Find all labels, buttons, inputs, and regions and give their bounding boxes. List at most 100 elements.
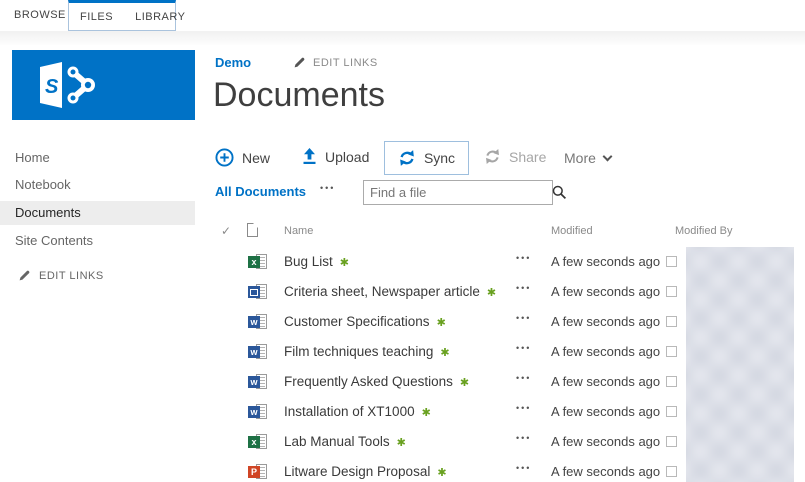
sidebar-item-notebook[interactable]: Notebook <box>0 173 195 197</box>
column-header-modified-by[interactable]: Modified By <box>675 225 732 237</box>
file-icon <box>248 284 267 300</box>
table-row: w Installation of XT1000 ✱ ••• A few seco… <box>0 397 805 427</box>
file-name-link[interactable]: Film techniques teaching <box>284 344 433 359</box>
chevron-down-icon <box>602 151 613 161</box>
file-name-link[interactable]: Bug List <box>284 254 333 269</box>
file-icon: x <box>248 254 267 270</box>
row-ellipsis-icon[interactable]: ••• <box>516 463 531 473</box>
view-selector-all-documents[interactable]: All Documents <box>215 184 306 199</box>
file-icon: P <box>248 464 267 480</box>
tab-files[interactable]: FILES <box>69 11 124 23</box>
new-badge-icon: ✱ <box>486 287 497 299</box>
file-icon: x <box>248 434 267 450</box>
file-name-cell[interactable]: Customer Specifications ✱ <box>284 314 446 329</box>
table-row: w Customer Specifications ✱ ••• A few sec… <box>0 307 805 337</box>
file-name-link[interactable]: Installation of XT1000 <box>284 404 415 419</box>
more-button-label: More <box>564 150 596 166</box>
file-type-column-icon[interactable] <box>247 223 258 237</box>
file-name-link[interactable]: Customer Specifications <box>284 314 430 329</box>
row-checkbox[interactable] <box>666 346 677 357</box>
search-input[interactable] <box>364 185 552 200</box>
modified-cell: A few seconds ago <box>551 344 661 359</box>
breadcrumb[interactable]: Demo <box>215 55 251 70</box>
sync-icon <box>400 150 414 166</box>
find-a-file-search <box>363 180 567 205</box>
share-icon <box>486 149 499 164</box>
new-button[interactable]: New <box>215 148 270 167</box>
select-all-checkmark-icon[interactable]: ✓ <box>221 224 231 238</box>
row-checkbox[interactable] <box>666 406 677 417</box>
file-type-icon <box>248 286 260 298</box>
row-ellipsis-icon[interactable]: ••• <box>516 433 531 443</box>
table-row: x Lab Manual Tools ✱ ••• A few seconds ag… <box>0 427 805 457</box>
view-options-ellipsis-icon[interactable]: ••• <box>320 183 335 193</box>
table-row: w Frequently Asked Questions ✱ ••• A few … <box>0 367 805 397</box>
file-name-cell[interactable]: Litware Design Proposal ✱ <box>284 464 447 479</box>
row-checkbox[interactable] <box>666 256 677 267</box>
tab-library[interactable]: LIBRARY <box>124 11 196 23</box>
modified-cell: A few seconds ago <box>551 254 661 269</box>
sync-button[interactable]: Sync <box>384 141 469 175</box>
column-header-modified[interactable]: Modified <box>551 225 593 237</box>
row-ellipsis-icon[interactable]: ••• <box>516 253 531 263</box>
ribbon-bar: BROWSE FILES LIBRARY <box>0 0 805 31</box>
sidebar-item-home[interactable]: Home <box>0 146 195 170</box>
file-name-cell[interactable]: Lab Manual Tools ✱ <box>284 434 406 449</box>
new-badge-icon: ✱ <box>459 377 470 389</box>
table-row: P Litware Design Proposal ✱ ••• A few sec… <box>0 457 805 482</box>
share-button[interactable]: Share <box>484 148 546 165</box>
row-ellipsis-icon[interactable]: ••• <box>516 373 531 383</box>
header-edit-links[interactable]: EDIT LINKS <box>293 56 378 69</box>
new-badge-icon: ✱ <box>396 437 406 449</box>
file-name-link[interactable]: Lab Manual Tools <box>284 434 390 449</box>
file-name-cell[interactable]: Installation of XT1000 ✱ <box>284 404 431 419</box>
more-button[interactable]: More <box>564 150 613 166</box>
share-button-label: Share <box>509 148 547 165</box>
ribbon-divider <box>0 31 805 45</box>
search-icon[interactable] <box>552 185 567 200</box>
file-type-icon: P <box>248 466 260 478</box>
file-type-icon: w <box>248 376 260 388</box>
row-checkbox[interactable] <box>666 316 677 327</box>
table-row: Criteria sheet, Newspaper article ✱ ••• A… <box>0 277 805 307</box>
row-ellipsis-icon[interactable]: ••• <box>516 403 531 413</box>
file-icon: w <box>248 374 267 390</box>
row-checkbox[interactable] <box>666 376 677 387</box>
tab-browse[interactable]: BROWSE <box>14 0 66 31</box>
file-icon: w <box>248 344 267 360</box>
sidebar-item-documents[interactable]: Documents <box>0 201 195 225</box>
file-icon: w <box>248 404 267 420</box>
file-icon: w <box>248 314 267 330</box>
upload-button-label: Upload <box>325 148 370 165</box>
row-ellipsis-icon[interactable]: ••• <box>516 283 531 293</box>
sharepoint-logo-icon: S <box>40 62 95 108</box>
modified-cell: A few seconds ago <box>551 374 661 389</box>
file-type-icon: x <box>248 256 260 268</box>
modified-cell: A few seconds ago <box>551 434 661 449</box>
file-name-link[interactable]: Frequently Asked Questions <box>284 374 453 389</box>
row-ellipsis-icon[interactable]: ••• <box>516 343 531 353</box>
file-name-cell[interactable]: Bug List ✱ <box>284 254 349 269</box>
file-type-icon: w <box>248 316 260 328</box>
page-title: Documents <box>213 76 385 114</box>
file-type-icon: x <box>248 436 260 448</box>
table-row: w Film techniques teaching ✱ ••• A few se… <box>0 337 805 367</box>
modified-cell: A few seconds ago <box>551 284 661 299</box>
row-checkbox[interactable] <box>666 286 677 297</box>
new-badge-icon: ✱ <box>440 347 450 359</box>
row-ellipsis-icon[interactable]: ••• <box>516 313 531 323</box>
row-checkbox[interactable] <box>666 436 677 447</box>
file-name-cell[interactable]: Film techniques teaching ✱ <box>284 344 450 359</box>
sync-button-label: Sync <box>423 150 456 166</box>
sharepoint-logo[interactable]: S <box>12 50 195 120</box>
file-name-link[interactable]: Criteria sheet, Newspaper article <box>284 284 480 299</box>
column-header-name[interactable]: Name <box>284 225 313 237</box>
file-name-cell[interactable]: Frequently Asked Questions ✱ <box>284 374 469 389</box>
row-checkbox[interactable] <box>666 466 677 477</box>
new-badge-icon: ✱ <box>421 407 431 419</box>
upload-button[interactable]: Upload <box>302 148 369 165</box>
plus-circle-icon <box>215 148 234 167</box>
file-name-cell[interactable]: Criteria sheet, Newspaper article ✱ <box>284 284 496 299</box>
modified-by-redacted-area <box>686 247 794 482</box>
file-name-link[interactable]: Litware Design Proposal <box>284 464 430 479</box>
